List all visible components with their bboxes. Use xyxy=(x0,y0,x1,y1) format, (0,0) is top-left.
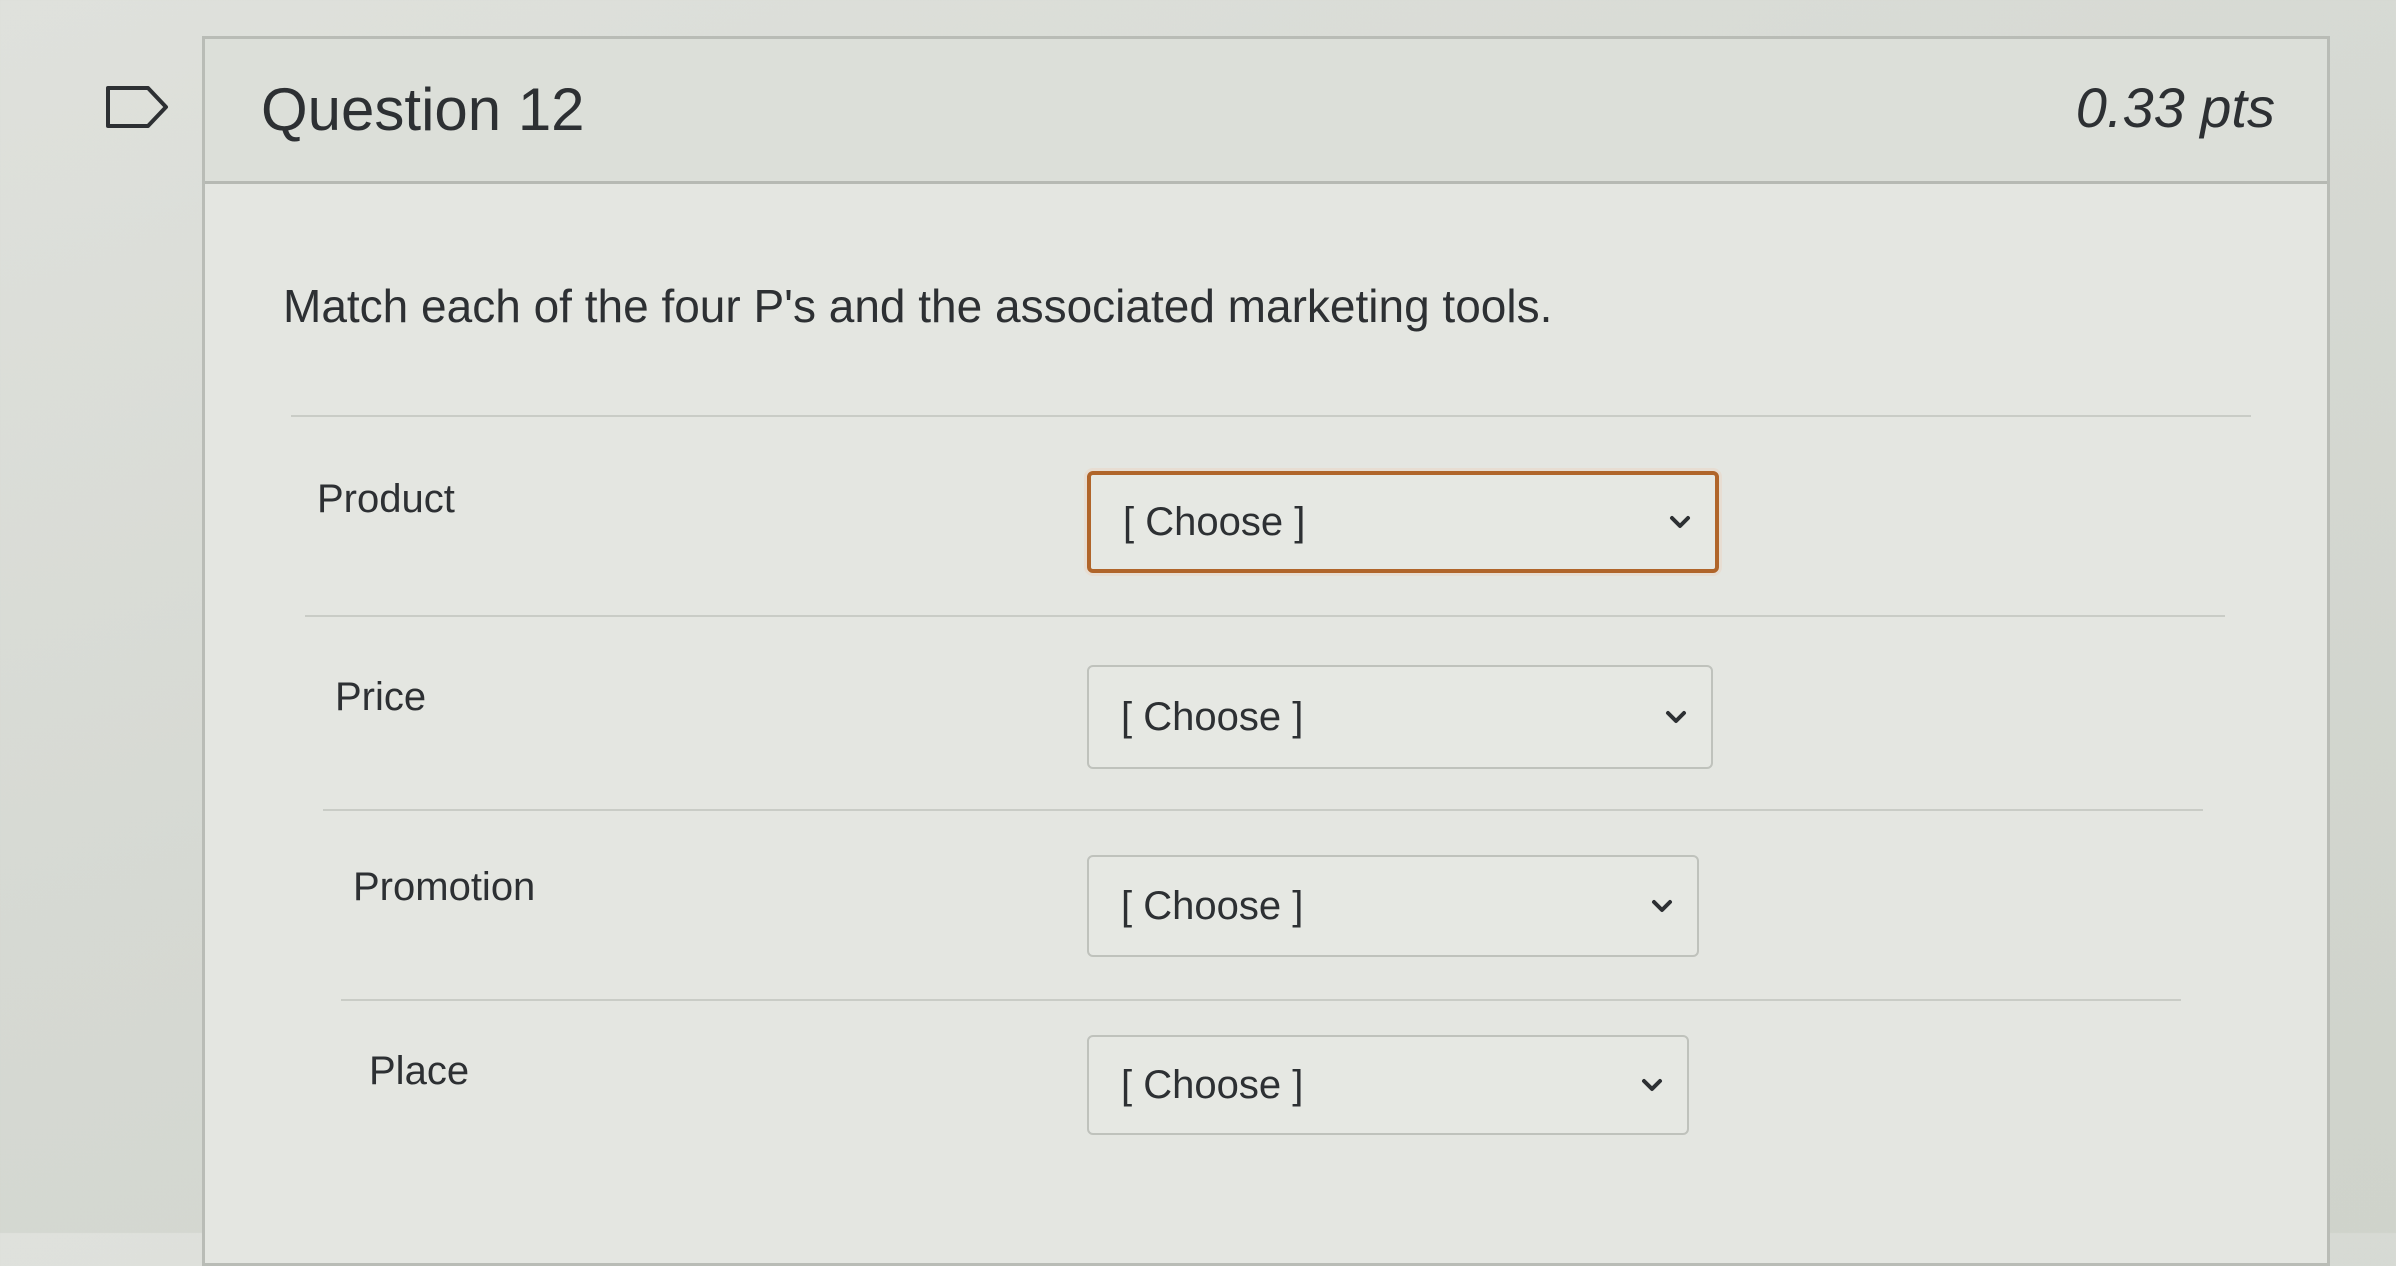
promotion-select-value: [ Choose ] xyxy=(1121,883,1304,928)
question-card: Question 12 0.33 pts Match each of the f… xyxy=(202,36,2330,1266)
question-title: Question 12 xyxy=(261,76,585,143)
row-divider xyxy=(291,415,2251,417)
match-label-product: Product xyxy=(317,477,455,521)
place-select[interactable]: [ Choose ] xyxy=(1087,1035,1689,1135)
flag-question-icon[interactable] xyxy=(104,84,170,130)
match-label-place: Place xyxy=(369,1049,470,1093)
match-label-promotion: Promotion xyxy=(353,865,536,909)
row-divider xyxy=(323,809,2203,811)
row-divider xyxy=(341,999,2181,1001)
product-select[interactable]: [ Choose ] xyxy=(1087,471,1719,573)
question-header: Question 12 0.33 pts xyxy=(205,39,2327,184)
chevron-down-icon xyxy=(1670,516,1690,528)
chevron-down-icon xyxy=(1666,711,1686,723)
promotion-select[interactable]: [ Choose ] xyxy=(1087,855,1699,957)
price-select-value: [ Choose ] xyxy=(1121,694,1304,739)
question-prompt: Match each of the four P's and the assoc… xyxy=(283,280,1553,332)
match-label-price: Price xyxy=(335,675,427,719)
price-select[interactable]: [ Choose ] xyxy=(1087,665,1713,769)
question-points: 0.33 pts xyxy=(2075,76,2275,139)
place-select-value: [ Choose ] xyxy=(1121,1062,1304,1107)
chevron-down-icon xyxy=(1642,1079,1662,1091)
chevron-down-icon xyxy=(1652,900,1672,912)
product-select-value: [ Choose ] xyxy=(1123,499,1306,544)
row-divider xyxy=(305,615,2225,617)
